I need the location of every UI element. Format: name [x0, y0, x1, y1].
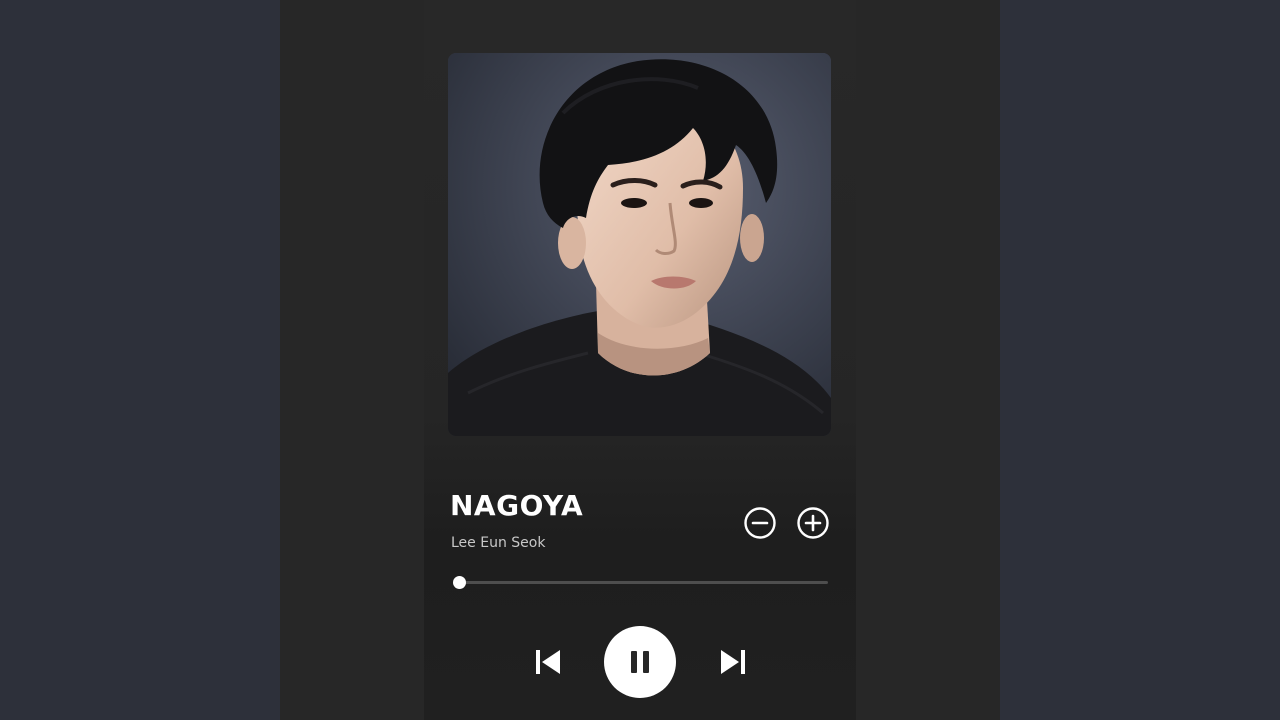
previous-button[interactable] [535, 648, 561, 676]
pause-icon [631, 651, 649, 673]
artist-name[interactable]: Lee Eun Seok [451, 535, 545, 551]
skip-previous-icon [536, 650, 560, 674]
progress-bar[interactable] [453, 576, 828, 589]
album-portrait [448, 53, 831, 436]
add-button[interactable] [797, 507, 829, 539]
remove-button[interactable] [744, 507, 776, 539]
plus-circle-icon [797, 507, 829, 539]
progress-knob[interactable] [453, 576, 466, 589]
minus-circle-icon [744, 507, 776, 539]
pause-button[interactable] [604, 626, 676, 698]
song-title: NAGOYA [450, 489, 584, 522]
skip-next-icon [721, 650, 745, 674]
album-art [448, 53, 831, 436]
next-button[interactable] [720, 648, 746, 676]
